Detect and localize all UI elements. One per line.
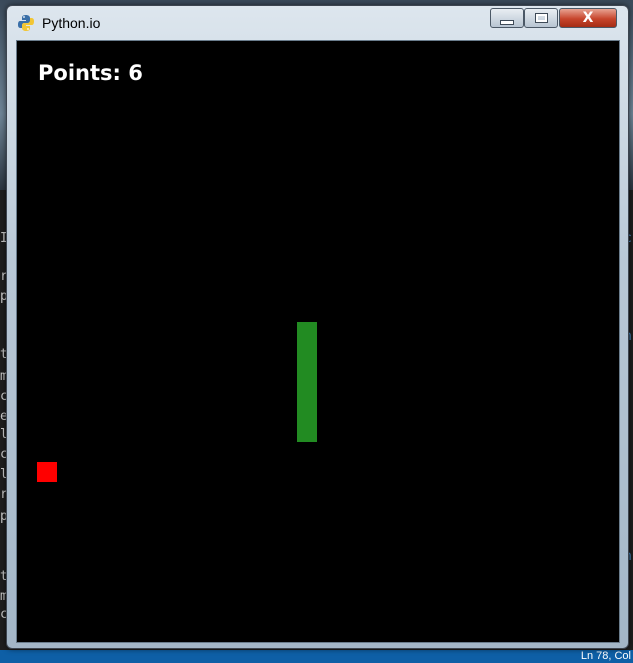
maximize-button[interactable] xyxy=(524,8,558,28)
game-window: Python.io X Points: 6 xyxy=(6,5,629,649)
close-button[interactable]: X xyxy=(559,8,617,28)
title-bar[interactable]: Python.io X xyxy=(7,6,628,40)
minimize-icon xyxy=(500,19,514,25)
python-icon xyxy=(18,15,34,31)
editor-status-bar xyxy=(0,650,633,663)
score-label: Points: 6 xyxy=(38,61,143,85)
editor-status-text: Ln 78, Col xyxy=(580,650,631,662)
close-icon: X xyxy=(582,10,594,26)
minimize-button[interactable] xyxy=(490,8,524,28)
snake xyxy=(297,322,317,442)
game-canvas[interactable]: Points: 6 xyxy=(16,40,620,643)
food xyxy=(37,462,57,482)
maximize-icon xyxy=(534,13,548,23)
window-title: Python.io xyxy=(42,15,101,31)
